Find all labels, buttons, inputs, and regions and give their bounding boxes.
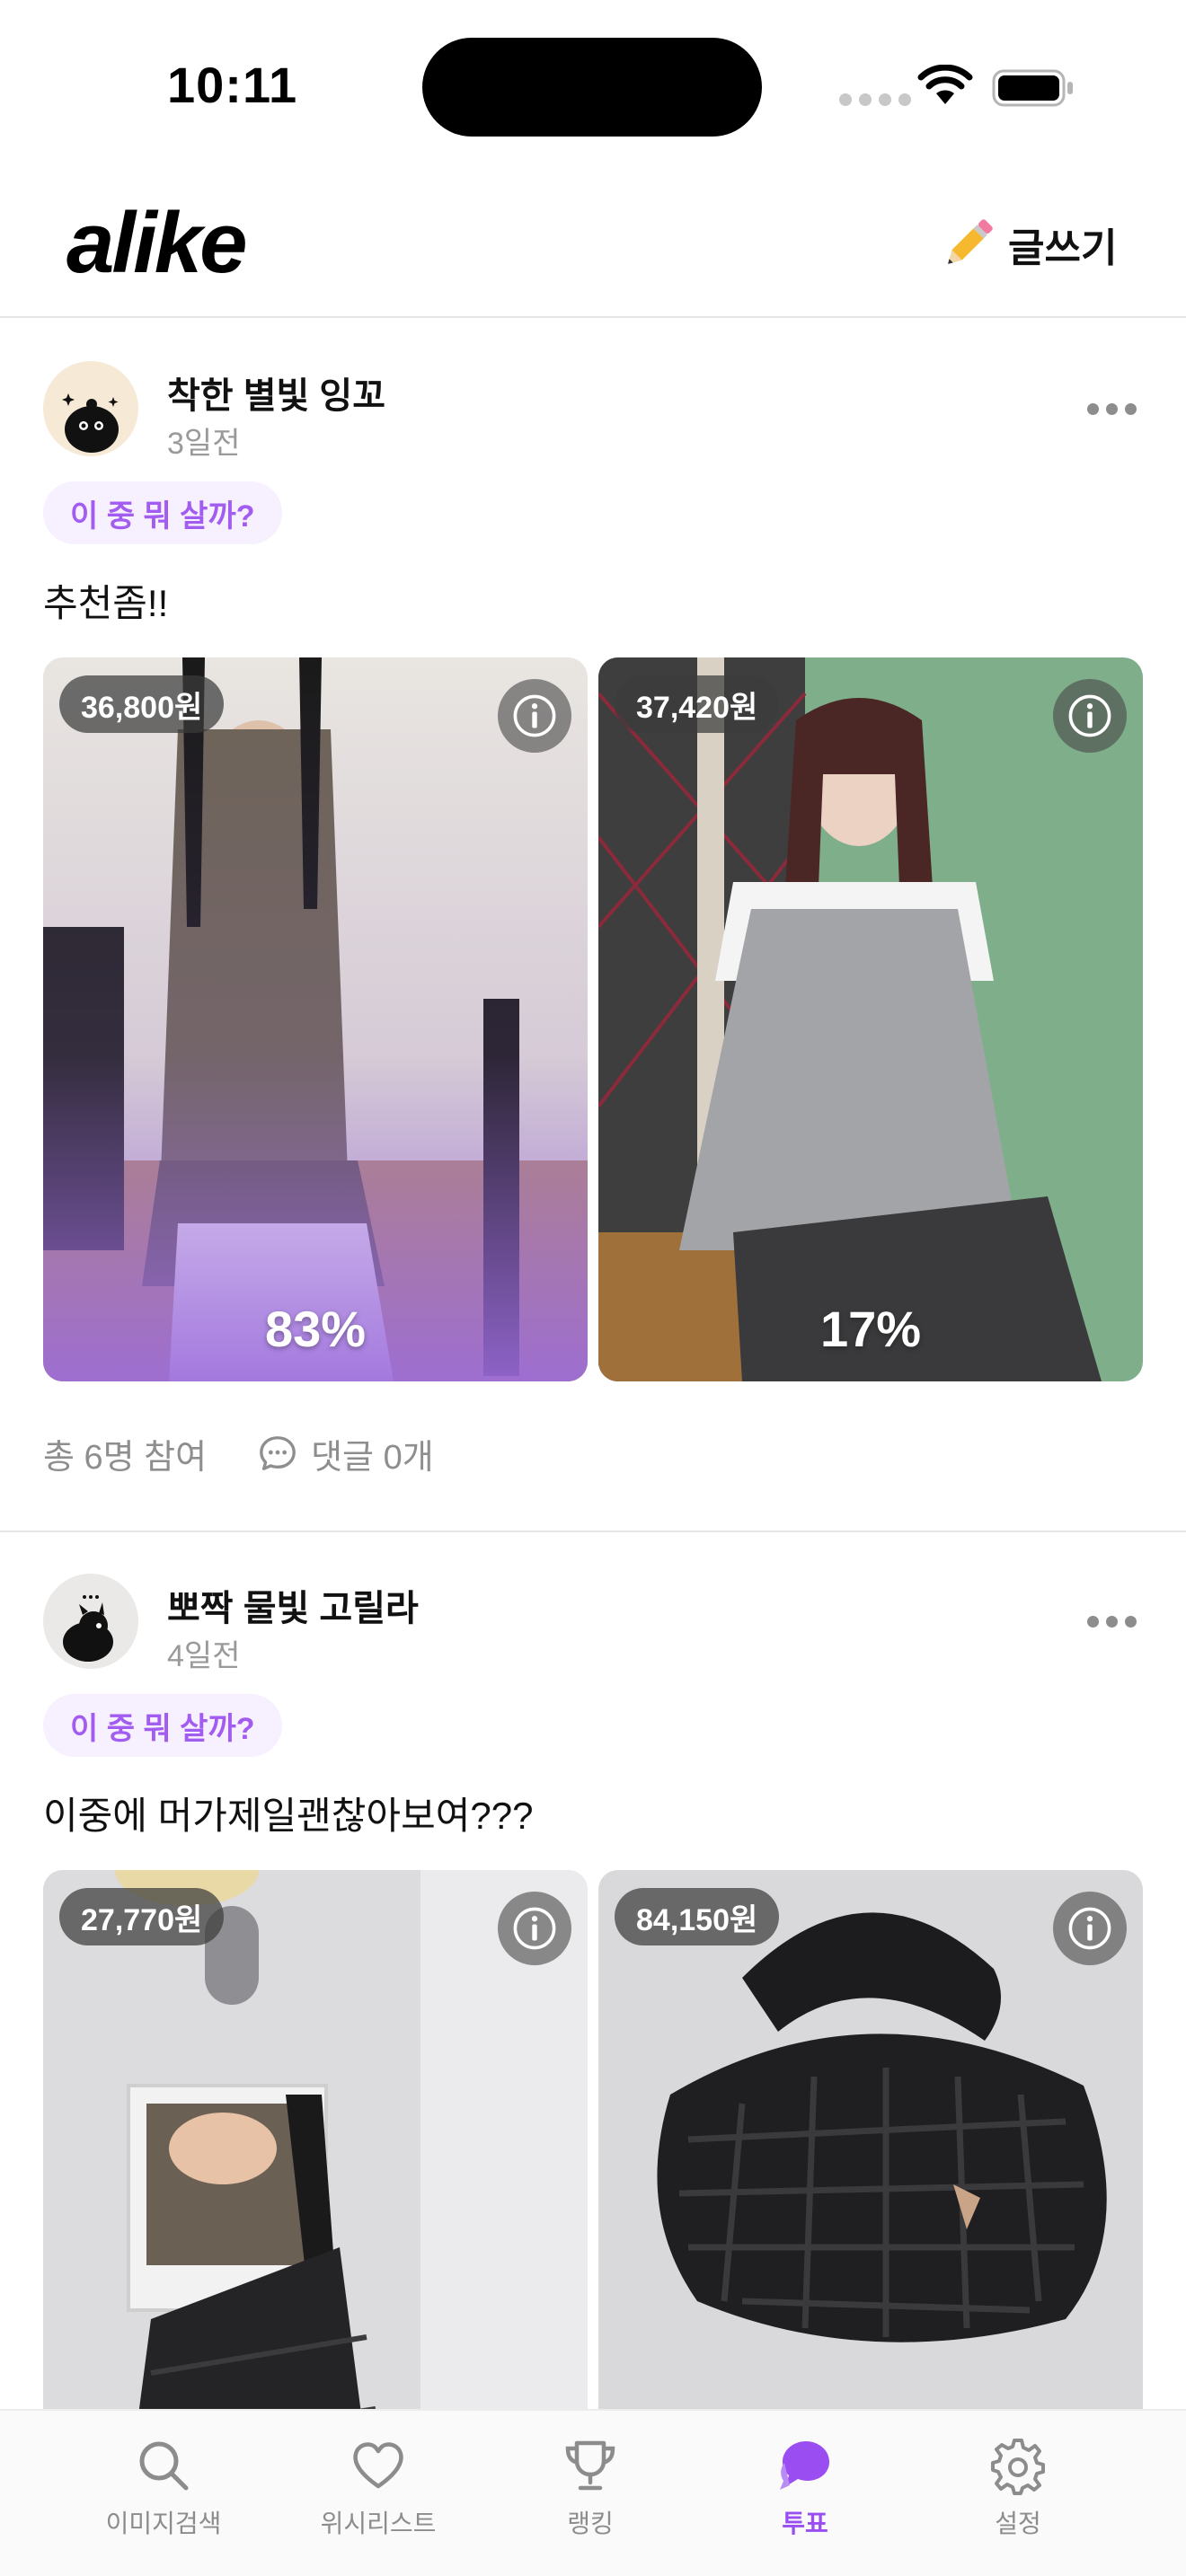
tab-wishlist[interactable]: 위시리스트 bbox=[288, 2436, 468, 2540]
tab-label: 위시리스트 bbox=[320, 2510, 437, 2537]
post-divider bbox=[0, 1531, 1186, 1532]
more-options-icon[interactable] bbox=[1087, 1608, 1141, 1635]
wifi-icon bbox=[917, 65, 973, 104]
post-time: 4일전 bbox=[167, 1639, 241, 1673]
post-stats: 총 6명 참여 댓글 0개 bbox=[43, 1426, 434, 1480]
app-logo[interactable]: alike bbox=[66, 194, 248, 293]
chat-bubble-icon bbox=[780, 2441, 829, 2490]
dynamic-island bbox=[422, 38, 762, 137]
avatar-creature-icon bbox=[43, 361, 138, 456]
tab-label: 설정 bbox=[995, 2510, 1041, 2537]
participant-count: 총 6명 참여 bbox=[43, 1438, 208, 1477]
comment-count: 댓글 0개 bbox=[311, 1438, 434, 1477]
vote-percentage: 83% bbox=[264, 1301, 367, 1357]
comment-count-button[interactable]: 댓글 0개 bbox=[257, 1429, 434, 1478]
app-header: alike 글쓰기 bbox=[0, 171, 1186, 318]
info-icon[interactable] bbox=[498, 1892, 571, 1965]
info-icon[interactable] bbox=[498, 679, 571, 753]
gear-icon bbox=[991, 2439, 1045, 2495]
price-badge: 37,420원 bbox=[615, 675, 780, 733]
avatar-creature-icon bbox=[43, 1574, 138, 1669]
price-badge: 27,770원 bbox=[59, 1888, 225, 1945]
product-image-dress-brown bbox=[43, 657, 588, 1381]
heart-icon bbox=[353, 2442, 403, 2489]
tab-ranking[interactable]: 랭킹 bbox=[500, 2436, 680, 2540]
vote-option-1[interactable]: 36,800원 83% bbox=[43, 657, 588, 1381]
status-time: 10:11 bbox=[167, 57, 298, 113]
tab-image-search[interactable]: 이미지검색 bbox=[74, 2436, 253, 2540]
author-name[interactable]: 착한 별빛 잉꼬 bbox=[167, 366, 385, 419]
tab-settings[interactable]: 설정 bbox=[928, 2436, 1108, 2540]
trophy-icon bbox=[565, 2440, 615, 2491]
post-time: 3일전 bbox=[167, 427, 241, 461]
battery-icon bbox=[992, 69, 1073, 107]
status-bar: 10:11 bbox=[0, 0, 1186, 171]
author-name[interactable]: 뽀짝 물빛 고릴라 bbox=[167, 1579, 419, 1631]
bottom-tab-bar: 이미지검색 위시리스트 랭킹 투표 설정 bbox=[0, 2409, 1186, 2576]
post-text: 추천좀!! bbox=[43, 582, 169, 624]
product-image-dress-grey bbox=[598, 657, 1143, 1381]
price-badge: 36,800원 bbox=[59, 675, 225, 733]
tab-vote[interactable]: 투표 bbox=[715, 2436, 895, 2540]
search-icon bbox=[139, 2441, 189, 2491]
info-icon[interactable] bbox=[1053, 1892, 1127, 1965]
more-options-icon[interactable] bbox=[1087, 395, 1141, 422]
comment-icon bbox=[260, 1436, 296, 1470]
tab-label: 투표 bbox=[782, 2510, 828, 2537]
avatar[interactable] bbox=[43, 361, 138, 456]
tab-label: 랭킹 bbox=[567, 2510, 614, 2537]
cellular-signal-icon bbox=[839, 93, 911, 106]
post-tag: 이 중 뭐 살까? bbox=[43, 481, 282, 544]
post-text: 이중에 머가제일괜찮아보여??? bbox=[43, 1795, 534, 1837]
vote-option-2[interactable]: 37,420원 17% bbox=[598, 657, 1143, 1381]
pencil-icon bbox=[948, 219, 993, 264]
post-tag: 이 중 뭐 살까? bbox=[43, 1694, 282, 1757]
price-badge: 84,150원 bbox=[615, 1888, 780, 1945]
avatar[interactable] bbox=[43, 1574, 138, 1669]
info-icon[interactable] bbox=[1053, 679, 1127, 753]
tab-label: 이미지검색 bbox=[105, 2510, 222, 2537]
vote-percentage: 17% bbox=[819, 1301, 922, 1357]
write-label: 글쓰기 bbox=[1008, 226, 1118, 270]
write-post-button[interactable]: 글쓰기 bbox=[940, 208, 1117, 280]
